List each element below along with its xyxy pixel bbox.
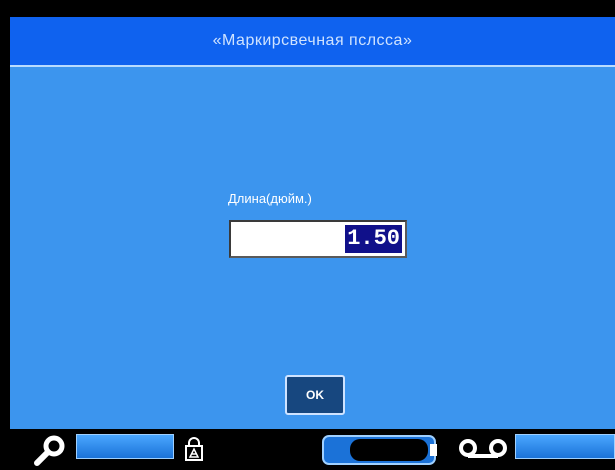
status-gauge-right <box>515 434 615 459</box>
status-gauge-left <box>76 434 174 459</box>
title-bar: «Маркирсвечная пслсса» <box>10 17 615 67</box>
ok-button[interactable]: OK <box>285 375 345 415</box>
tape-reel-icon <box>459 439 507 458</box>
length-input[interactable]: 1.50 <box>229 220 407 258</box>
lock-icon <box>185 437 203 461</box>
search-icon[interactable] <box>30 433 70 467</box>
tape-cartridge-icon <box>322 435 437 465</box>
device-screen: «Маркирсвечная пслсса» Длина(дюйм.) 1.50… <box>0 0 615 470</box>
dialog-title: «Маркирсвечная пслсса» <box>212 32 413 49</box>
length-value[interactable]: 1.50 <box>345 225 402 253</box>
length-label: Длина(дюйм.) <box>228 191 312 206</box>
dialog-body: Длина(дюйм.) 1.50 OK <box>10 67 615 429</box>
ok-button-label: OK <box>306 388 324 402</box>
